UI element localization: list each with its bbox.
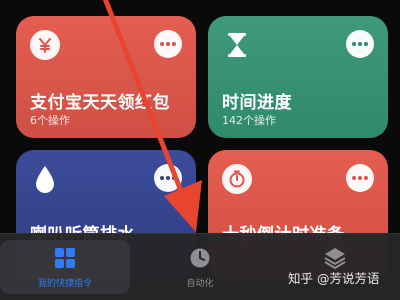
tab-bar: 我的快捷指令 自动化 [0,233,400,300]
more-button[interactable] [154,30,182,58]
more-button[interactable] [346,164,374,192]
tab-label: 自动化 [186,279,214,289]
more-button[interactable] [346,30,374,58]
grid-icon [53,246,77,270]
tab-label: 我的快捷指令 [37,279,92,289]
more-button[interactable] [154,164,182,192]
yen-icon [30,30,60,60]
stopwatch-icon [222,164,252,194]
water-drop-icon [30,164,60,194]
shortcut-title: 支付宝天天领红包 [30,93,170,113]
shortcut-action-count: 6个操作 [30,114,70,127]
shortcut-card-time-progress[interactable]: 时间进度 142个操作 [208,16,388,138]
shortcut-action-count: 142个操作 [222,114,276,127]
tab-my-shortcuts[interactable]: 我的快捷指令 [0,240,130,294]
shortcut-title: 时间进度 [222,93,292,113]
clock-icon [188,246,212,270]
layers-icon [323,246,347,270]
hourglass-icon [222,30,252,60]
shortcut-card-alipay[interactable]: 支付宝天天领红包 6个操作 [16,16,196,138]
watermark: 知乎 @芳说芳语 [288,271,380,286]
tab-automation[interactable]: 自动化 [135,240,265,294]
